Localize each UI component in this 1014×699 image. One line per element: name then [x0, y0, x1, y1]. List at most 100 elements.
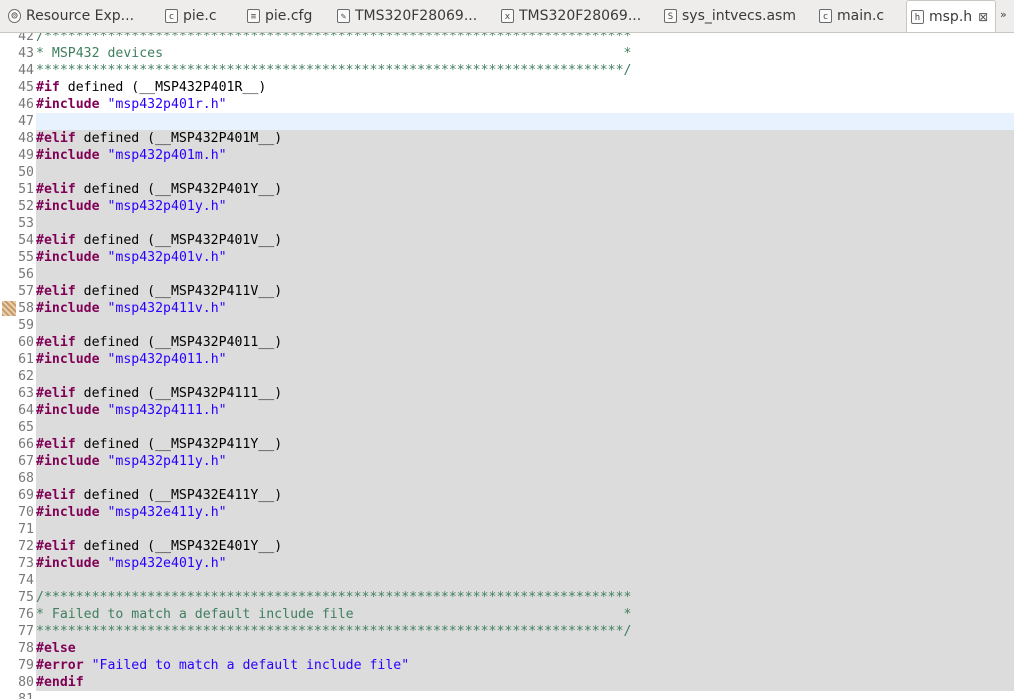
code-line[interactable]: 50 [0, 164, 1014, 181]
keyword-token: #else [36, 641, 76, 656]
line-number: 79 [18, 658, 34, 673]
string-token: "msp432p4111.h" [107, 403, 227, 418]
code-line[interactable]: 48 #elif defined (__MSP432P401M__) [0, 130, 1014, 147]
code-text[interactable]: #include "msp432p401y.h" [36, 198, 1014, 215]
code-text[interactable]: #elif defined (__MSP432P401M__) [36, 130, 1014, 147]
code-line[interactable]: 42/*************************************… [0, 33, 1014, 45]
code-text[interactable] [36, 215, 1014, 232]
code-line[interactable]: 53 [0, 215, 1014, 232]
code-line[interactable]: 62 [0, 368, 1014, 385]
code-text[interactable]: #else [36, 640, 1014, 657]
code-text[interactable]: #if defined (__MSP432P401R__) [36, 79, 1014, 96]
code-text[interactable] [36, 113, 1014, 130]
code-line[interactable]: 75/*************************************… [0, 589, 1014, 606]
tab-resource-exp[interactable]: ◎ Resource Exp... [4, 0, 156, 32]
code-line[interactable]: 73 #include "msp432e401y.h" [0, 555, 1014, 572]
code-text[interactable]: #elif defined (__MSP432P411V__) [36, 283, 1014, 300]
code-text[interactable]: #error "Failed to match a default includ… [36, 657, 1014, 674]
code-text[interactable]: ****************************************… [36, 623, 1014, 640]
code-text[interactable]: #elif defined (__MSP432P411Y__) [36, 436, 1014, 453]
code-text[interactable]: #elif defined (__MSP432E401Y__) [36, 538, 1014, 555]
code-text[interactable] [36, 470, 1014, 487]
code-line[interactable]: 74 [0, 572, 1014, 589]
code-line[interactable]: 76 * Failed to match a default include fi… [0, 606, 1014, 623]
code-line[interactable]: 77 **************************************… [0, 623, 1014, 640]
tab-pie-cfg[interactable]: ≡ pie.cfg [243, 0, 329, 32]
code-line[interactable]: 65 [0, 419, 1014, 436]
code-text[interactable]: * Failed to match a default include file… [36, 606, 1014, 623]
code-text[interactable]: /***************************************… [36, 33, 1014, 45]
line-number: 55 [18, 250, 34, 265]
code-text[interactable]: ****************************************… [36, 62, 1014, 79]
code-line[interactable]: 72 #elif defined (__MSP432E401Y__) [0, 538, 1014, 555]
tab-tms320f28069[interactable]: ✎ TMS320F28069... [333, 0, 493, 32]
code-line[interactable]: 71 [0, 521, 1014, 538]
code-text[interactable] [36, 164, 1014, 181]
code-line[interactable]: 46 #include "msp432p401r.h" [0, 96, 1014, 113]
code-text[interactable]: #include "msp432e401y.h" [36, 555, 1014, 572]
code-line[interactable]: 79 #error "Failed to match a default incl… [0, 657, 1014, 674]
tab-sys-intvecs-asm[interactable]: Ssys_intvecs.asm [660, 0, 810, 32]
code-line[interactable]: 54 #elif defined (__MSP432P401V__) [0, 232, 1014, 249]
code-text[interactable]: #elif defined (__MSP432P401Y__) [36, 181, 1014, 198]
code-text[interactable]: #elif defined (__MSP432P401V__) [36, 232, 1014, 249]
code-editor[interactable]: 42/*************************************… [0, 33, 1014, 699]
compass-icon: ◎ [8, 9, 21, 23]
code-line[interactable]: 81 [0, 691, 1014, 699]
code-line[interactable]: 67 #include "msp432p411y.h" [0, 453, 1014, 470]
code-text[interactable] [36, 317, 1014, 334]
line-number: 52 [18, 199, 34, 214]
code-text[interactable]: #include "msp432p411v.h" [36, 300, 1014, 317]
tab-tms320f28069[interactable]: x TMS320F28069... [497, 0, 657, 32]
code-text[interactable]: #include "msp432p401v.h" [36, 249, 1014, 266]
code-line[interactable]: 60 #elif defined (__MSP432P4011__) [0, 334, 1014, 351]
code-line[interactable]: 68 [0, 470, 1014, 487]
tab-overflow-chevron-icon[interactable]: » [1000, 8, 1007, 21]
code-line[interactable]: 64 #include "msp432p4111.h" [0, 402, 1014, 419]
code-line[interactable]: 58 #include "msp432p411v.h" [0, 300, 1014, 317]
code-line[interactable]: 45 #if defined (__MSP432P401R__) [0, 79, 1014, 96]
close-tab-icon[interactable]: ⊠ [978, 10, 988, 24]
code-text[interactable]: #include "msp432p401r.h" [36, 96, 1014, 113]
code-line[interactable]: 63 #elif defined (__MSP432P4111__) [0, 385, 1014, 402]
code-line[interactable]: 78 #else [0, 640, 1014, 657]
code-line[interactable]: 51 #elif defined (__MSP432P401Y__) [0, 181, 1014, 198]
code-line[interactable]: 44 **************************************… [0, 62, 1014, 79]
code-line[interactable]: 55 #include "msp432p401v.h" [0, 249, 1014, 266]
code-line[interactable]: 66 #elif defined (__MSP432P411Y__) [0, 436, 1014, 453]
code-text[interactable]: #include "msp432p411y.h" [36, 453, 1014, 470]
code-text[interactable] [36, 368, 1014, 385]
code-line[interactable]: 57 #elif defined (__MSP432P411V__) [0, 283, 1014, 300]
code-text[interactable]: #elif defined (__MSP432E411Y__) [36, 487, 1014, 504]
code-line[interactable]: 47 [0, 113, 1014, 130]
code-text[interactable]: * MSP432 devices * [36, 45, 1014, 62]
code-text[interactable]: /***************************************… [36, 589, 1014, 606]
code-line[interactable]: 43 * MSP432 devices * [0, 45, 1014, 62]
line-number: 69 [18, 488, 34, 503]
tab-pie-c[interactable]: c pie.c [161, 0, 239, 32]
code-line[interactable]: 80 #endif [0, 674, 1014, 691]
code-line[interactable]: 49 #include "msp432p401m.h" [0, 147, 1014, 164]
code-text[interactable] [36, 691, 1014, 699]
code-text[interactable] [36, 266, 1014, 283]
code-text[interactable]: #include "msp432p4011.h" [36, 351, 1014, 368]
code-line[interactable]: 69 #elif defined (__MSP432E411Y__) [0, 487, 1014, 504]
code-line[interactable]: 61 #include "msp432p4011.h" [0, 351, 1014, 368]
code-text[interactable]: #include "msp432p401m.h" [36, 147, 1014, 164]
code-text[interactable] [36, 419, 1014, 436]
code-line[interactable]: 56 [0, 266, 1014, 283]
code-text[interactable]: #elif defined (__MSP432P4011__) [36, 334, 1014, 351]
string-token: "msp432p401m.h" [107, 148, 227, 163]
code-text[interactable]: #include "msp432e411y.h" [36, 504, 1014, 521]
code-line[interactable]: 52 #include "msp432p401y.h" [0, 198, 1014, 215]
code-line[interactable]: 59 [0, 317, 1014, 334]
code-text[interactable]: #include "msp432p4111.h" [36, 402, 1014, 419]
code-text[interactable] [36, 572, 1014, 589]
code-text[interactable]: #elif defined (__MSP432P4111__) [36, 385, 1014, 402]
tab-msp-h[interactable]: h msp.h ⊠ [906, 0, 996, 32]
code-line[interactable]: 70 #include "msp432e411y.h" [0, 504, 1014, 521]
code-text[interactable]: #endif [36, 674, 1014, 691]
code-text[interactable] [36, 521, 1014, 538]
tab-main-c[interactable]: c main.c [815, 0, 903, 32]
